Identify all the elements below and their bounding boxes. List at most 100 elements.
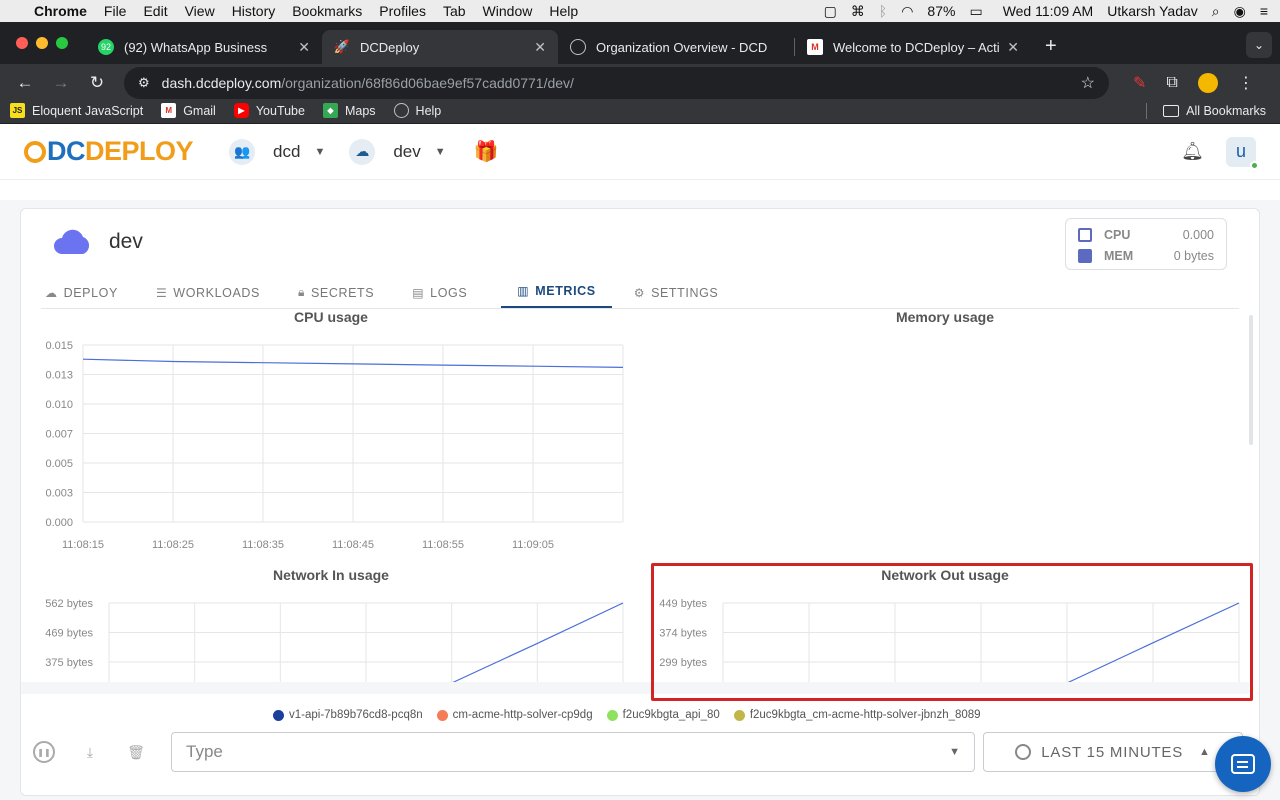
- bookmark-eloquent-js[interactable]: JS Eloquent JavaScript: [10, 103, 143, 118]
- tab-whatsapp[interactable]: 92 (92) WhatsApp Business ✕: [86, 30, 322, 64]
- site-settings-icon[interactable]: ⚙: [138, 75, 150, 91]
- cpu-chip-icon: [1078, 227, 1092, 242]
- spotlight-icon[interactable]: ⌕: [1212, 3, 1220, 20]
- js-icon: JS: [10, 103, 25, 118]
- siri-icon[interactable]: ◉: [1234, 3, 1246, 20]
- wifi-icon[interactable]: ◠: [901, 3, 913, 20]
- address-bar[interactable]: ⚙ dash.dcdeploy.com/organization/68f86d0…: [124, 67, 1109, 99]
- chart-legend: v1-api-7b89b76cd8-pcq8n cm-acme-http-solv…: [273, 709, 981, 721]
- tab-search-chevron-icon[interactable]: ⌄: [1246, 32, 1272, 58]
- keyboard-icon[interactable]: ⌘: [851, 3, 865, 20]
- url-path: /organization/68f86d06bae9ef57cadd0771/d…: [281, 75, 574, 91]
- bookmark-maps[interactable]: ◆ Maps: [322, 103, 376, 118]
- menu-window[interactable]: Window: [483, 3, 533, 19]
- network-out-highlight-box: [651, 563, 1253, 701]
- online-status-dot: [1250, 160, 1259, 170]
- youtube-icon: ▶: [233, 103, 249, 118]
- menu-tab[interactable]: Tab: [443, 3, 466, 19]
- tab-label: METRICS: [535, 284, 596, 298]
- bookmark-youtube[interactable]: ▶ YouTube: [233, 103, 305, 118]
- tab-settings[interactable]: ⚙ SETTINGS: [630, 286, 723, 308]
- tab-label: SECRETS: [310, 285, 375, 300]
- back-arrow-icon[interactable]: ←: [12, 73, 38, 93]
- tab-secrets[interactable]: 🔒︎ SECRETS: [294, 285, 378, 308]
- bluetooth-icon[interactable]: ᛒ: [879, 3, 887, 19]
- battery-icon[interactable]: ▭: [969, 3, 982, 20]
- env-selector[interactable]: ☁ dev ▼: [349, 138, 446, 165]
- trash-icon[interactable]: 🗑︎: [125, 741, 147, 763]
- cloud-upload-icon: ☁: [45, 286, 58, 300]
- memory-usage-chart: Memory usage 4.27 MB3.55 MB2.84 MB2.13 M…: [641, 309, 1280, 559]
- logo-gear-icon: [24, 140, 46, 163]
- more-menu-icon[interactable]: ⋮: [1238, 73, 1254, 93]
- caret-down-icon: ▼: [434, 145, 446, 158]
- globe-icon: [570, 39, 586, 55]
- legend-item[interactable]: f2uc9kbgta_api_80: [606, 709, 720, 721]
- legend-swatch: [606, 709, 618, 721]
- menu-file[interactable]: File: [104, 3, 127, 19]
- menu-view[interactable]: View: [185, 3, 215, 19]
- bookmark-star-icon[interactable]: ☆: [1081, 73, 1095, 93]
- chart-title: Memory usage: [895, 309, 995, 325]
- tab-metrics[interactable]: ▥ METRICS: [501, 284, 612, 308]
- chat-bubble-icon: [1231, 754, 1255, 774]
- x-tick-label: 11:09:05: [512, 539, 554, 551]
- menu-app-name[interactable]: Chrome: [34, 3, 87, 19]
- app-header: DC DEPLOY 👥 dcd ▼ ☁ dev ▼ 🎁 🔔︎ u: [0, 124, 1280, 180]
- reload-icon[interactable]: ↻: [84, 73, 110, 93]
- tab-workloads[interactable]: ☰ WORKLOADS: [152, 286, 264, 308]
- menu-history[interactable]: History: [232, 3, 276, 19]
- bookmark-gmail[interactable]: M Gmail: [161, 103, 216, 118]
- menu-profiles[interactable]: Profiles: [379, 3, 426, 19]
- menu-bookmarks[interactable]: Bookmarks: [292, 3, 362, 19]
- org-selector[interactable]: 👥 dcd ▼: [229, 138, 325, 165]
- bookmark-label: Help: [415, 103, 442, 118]
- cloud-icon: [54, 229, 90, 254]
- bell-icon[interactable]: 🔔︎: [1181, 141, 1204, 162]
- env-name: dev: [393, 141, 421, 161]
- legend-item[interactable]: cm-acme-http-solver-cp9dg: [436, 709, 593, 721]
- legend-item[interactable]: f2uc9kbgta_cm-acme-http-solver-jbnzh_808…: [733, 709, 981, 721]
- download-icon[interactable]: ⤓: [79, 741, 101, 763]
- menu-help[interactable]: Help: [549, 3, 578, 19]
- pause-icon[interactable]: ❚❚: [33, 741, 55, 763]
- close-window-button[interactable]: [16, 37, 28, 49]
- lock-icon: 🔒︎: [297, 285, 305, 299]
- extension-pen-icon[interactable]: ✎: [1133, 73, 1146, 93]
- y-tick-label: 0.003: [45, 488, 73, 500]
- tab-organization-overview[interactable]: Organization Overview - DCD: [558, 30, 794, 64]
- clock[interactable]: Wed 11:09 AM: [1003, 3, 1094, 19]
- bookmark-label: YouTube: [255, 103, 305, 118]
- profile-avatar-icon[interactable]: [1197, 73, 1218, 93]
- legend-label: v1-api-7b89b76cd8-pcq8n: [289, 709, 423, 721]
- all-bookmarks[interactable]: All Bookmarks: [1163, 104, 1266, 118]
- tab-deploy[interactable]: ☁ DEPLOY: [41, 286, 122, 308]
- dcdeploy-logo[interactable]: DC DEPLOY: [24, 136, 194, 167]
- mem-value: 0 bytes: [1173, 248, 1214, 263]
- menu-edit[interactable]: Edit: [143, 3, 167, 19]
- legend-item[interactable]: v1-api-7b89b76cd8-pcq8n: [273, 709, 423, 721]
- close-icon[interactable]: ✕: [298, 39, 310, 56]
- time-range-button[interactable]: LAST 15 MINUTES ▲: [983, 732, 1243, 772]
- minimize-window-button[interactable]: [36, 37, 48, 49]
- y-tick-label: 562 bytes: [45, 598, 93, 610]
- chat-support-button[interactable]: [1215, 736, 1271, 792]
- screen-icon[interactable]: ▢: [824, 3, 837, 20]
- close-icon[interactable]: ✕: [534, 39, 546, 56]
- control-center-icon[interactable]: ≡: [1260, 3, 1268, 19]
- close-icon[interactable]: ✕: [1007, 39, 1019, 56]
- gift-icon[interactable]: 🎁: [474, 139, 499, 164]
- battery-percent: 87%: [927, 3, 956, 19]
- bookmark-help[interactable]: Help: [393, 103, 442, 118]
- extensions-puzzle-icon[interactable]: ⧉: [1166, 74, 1177, 92]
- user-avatar[interactable]: u: [1226, 136, 1259, 170]
- tab-logs[interactable]: ▤ LOGS: [408, 286, 471, 308]
- forward-arrow-icon[interactable]: →: [48, 73, 74, 93]
- type-select[interactable]: Type ▼: [171, 732, 975, 772]
- charts-scrollbar[interactable]: [1249, 315, 1253, 445]
- new-tab-plus-icon[interactable]: +: [1045, 35, 1057, 58]
- maximize-window-button[interactable]: [56, 37, 68, 49]
- tab-dcdeploy[interactable]: 🚀 DCDeploy ✕: [322, 30, 558, 64]
- tab-gmail[interactable]: M Welcome to DCDeploy – Activ ✕: [795, 30, 1031, 64]
- user-name[interactable]: Utkarsh Yadav: [1107, 3, 1198, 19]
